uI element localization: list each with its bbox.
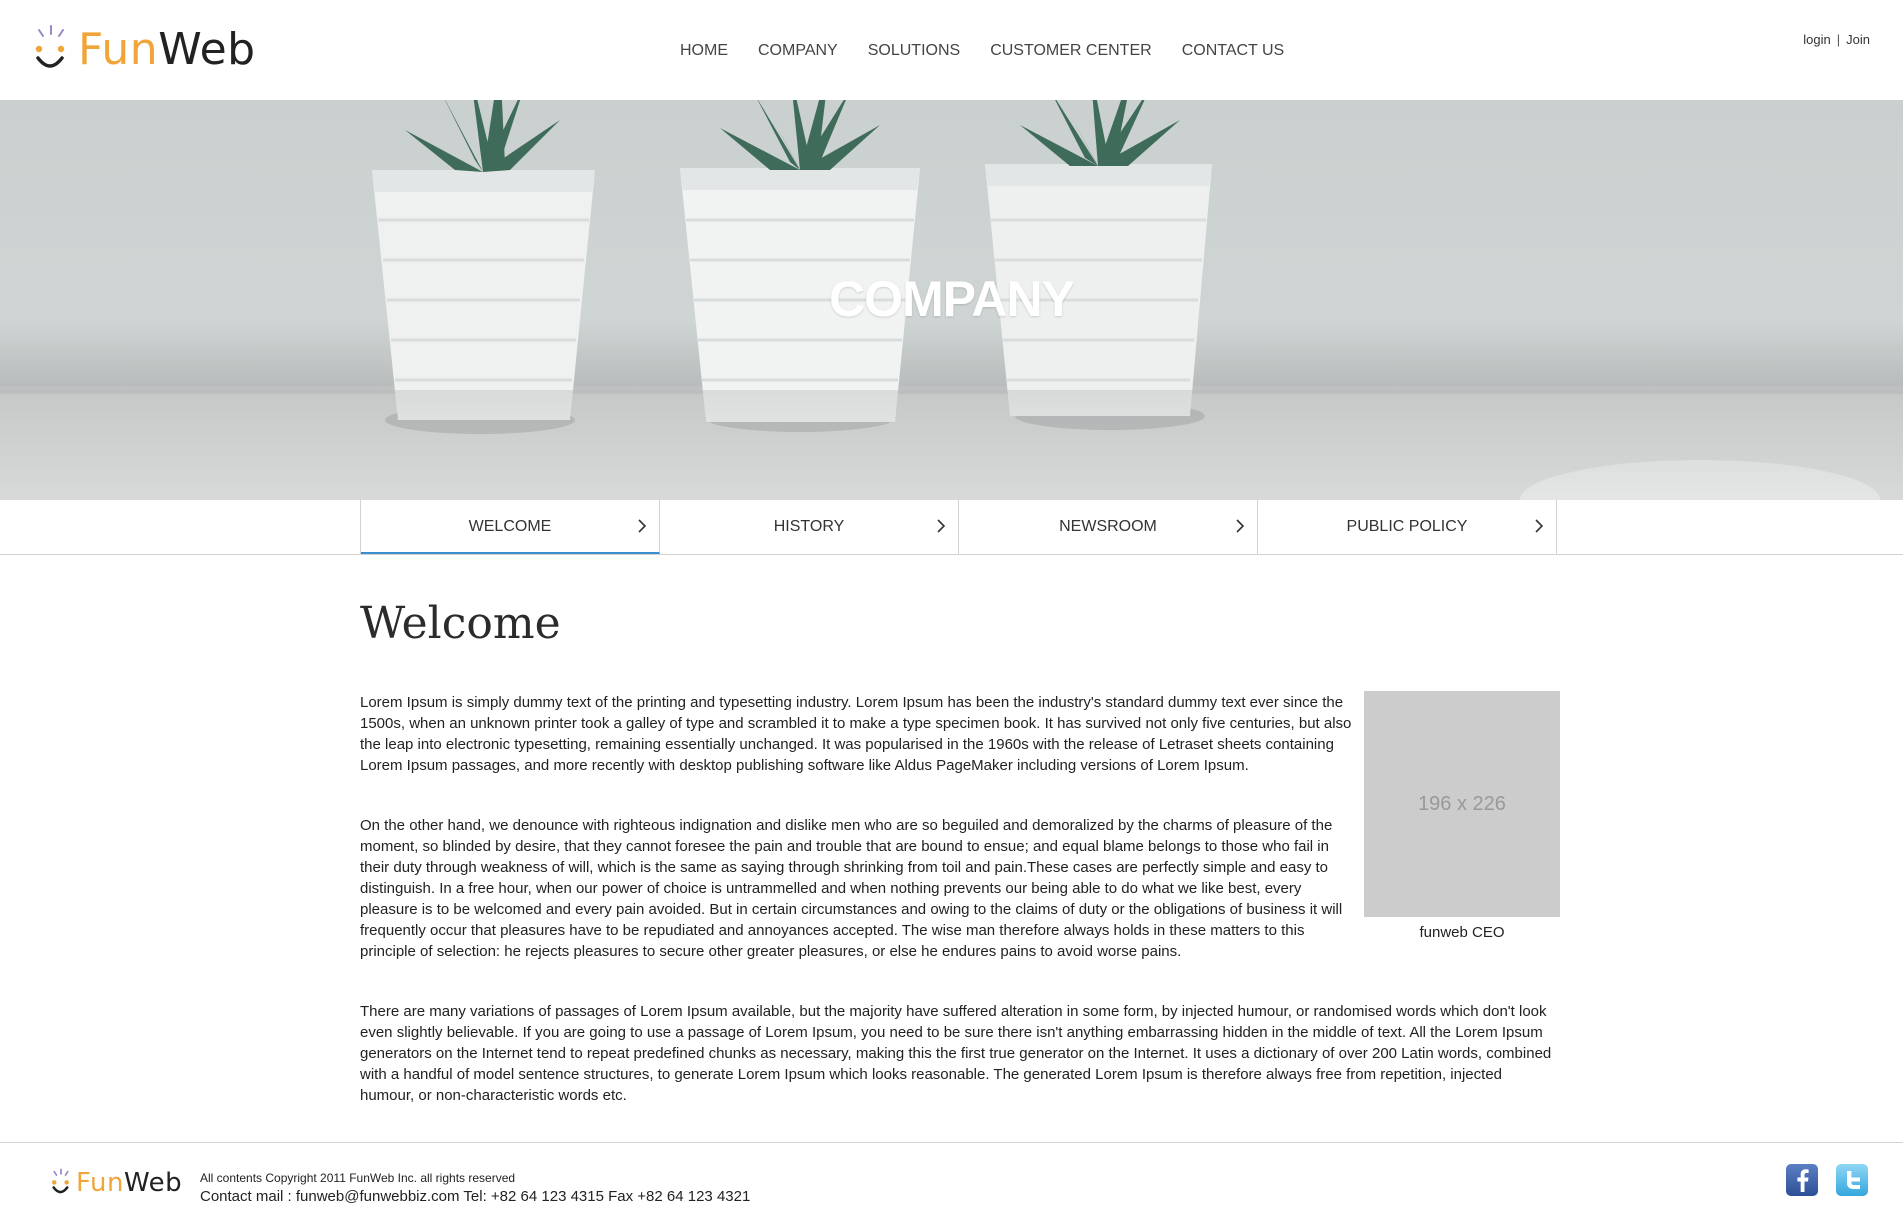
chevron-right-icon [1236,519,1245,533]
paragraph-2: On the other hand, we denounce with righ… [360,817,1343,960]
login-link[interactable]: login [1803,32,1830,47]
paragraph-3: There are many variations of passages of… [360,1003,1552,1104]
footer-logo[interactable]: FunWeb [48,1167,182,1199]
smiley-logo-icon [51,1168,69,1194]
nav-company[interactable]: COMPANY [743,40,853,62]
sub-nav-tabs: WELCOME HISTORY NEWSROOM PUBLIC POLICY [360,500,1561,554]
footer-text: All contents Copyright 2011 FunWeb Inc. … [200,1170,750,1208]
ceo-image-placeholder: 196 x 226 [1364,691,1560,917]
ceo-figure: 196 x 226 funweb CEO [1364,691,1560,941]
nav-solutions[interactable]: SOLUTIONS [853,40,975,62]
site-footer: FunWeb All contents Copyright 2011 FunWe… [0,1142,1903,1227]
hero-title: COMPANY [829,271,1075,327]
sub-nav: WELCOME HISTORY NEWSROOM PUBLIC POLICY [0,500,1903,555]
tab-welcome[interactable]: WELCOME [361,500,660,554]
tab-label: PUBLIC POLICY [1346,518,1468,535]
member-separator: | [1836,32,1841,47]
tab-public-policy[interactable]: PUBLIC POLICY [1258,500,1557,554]
chevron-right-icon [638,519,647,533]
tab-newsroom[interactable]: NEWSROOM [959,500,1258,554]
funweb-logo[interactable]: FunWeb [28,22,288,78]
chevron-right-icon [937,519,946,533]
smiley-logo-icon [28,22,74,78]
social-links [1785,1163,1869,1197]
copyright-text: All contents Copyright 2011 FunWeb Inc. … [200,1171,516,1185]
main-nav: HOME COMPANY SOLUTIONS CUSTOMER CENTER C… [680,40,1299,62]
tab-history[interactable]: HISTORY [660,500,959,554]
logo-wordmark: FunWeb [78,24,256,75]
paragraph-1: Lorem Ipsum is simply dummy text of the … [360,694,1352,774]
twitter-icon[interactable] [1835,1163,1869,1197]
hero-overlay [0,390,1903,500]
tab-label: WELCOME [468,518,552,535]
contact-info: Contact mail : funweb@funwebbiz.com Tel:… [200,1188,751,1205]
join-link[interactable]: Join [1846,32,1870,47]
tab-label: HISTORY [773,518,845,535]
hero-banner: COMPANY [0,100,1903,500]
member-links: login | Join [1803,32,1870,47]
facebook-icon[interactable] [1785,1163,1819,1197]
chevron-right-icon [1535,519,1544,533]
nav-contact-us[interactable]: CONTACT US [1167,40,1300,62]
site-header: FunWeb HOME COMPANY SOLUTIONS CUSTOMER C… [0,0,1903,100]
nav-home[interactable]: HOME [680,40,743,62]
ceo-caption: funweb CEO [1419,924,1505,941]
logo-wordmark: FunWeb [76,1168,183,1198]
page-title: Welcome [360,598,561,649]
nav-customer-center[interactable]: CUSTOMER CENTER [975,40,1167,62]
tab-label: NEWSROOM [1059,518,1157,535]
